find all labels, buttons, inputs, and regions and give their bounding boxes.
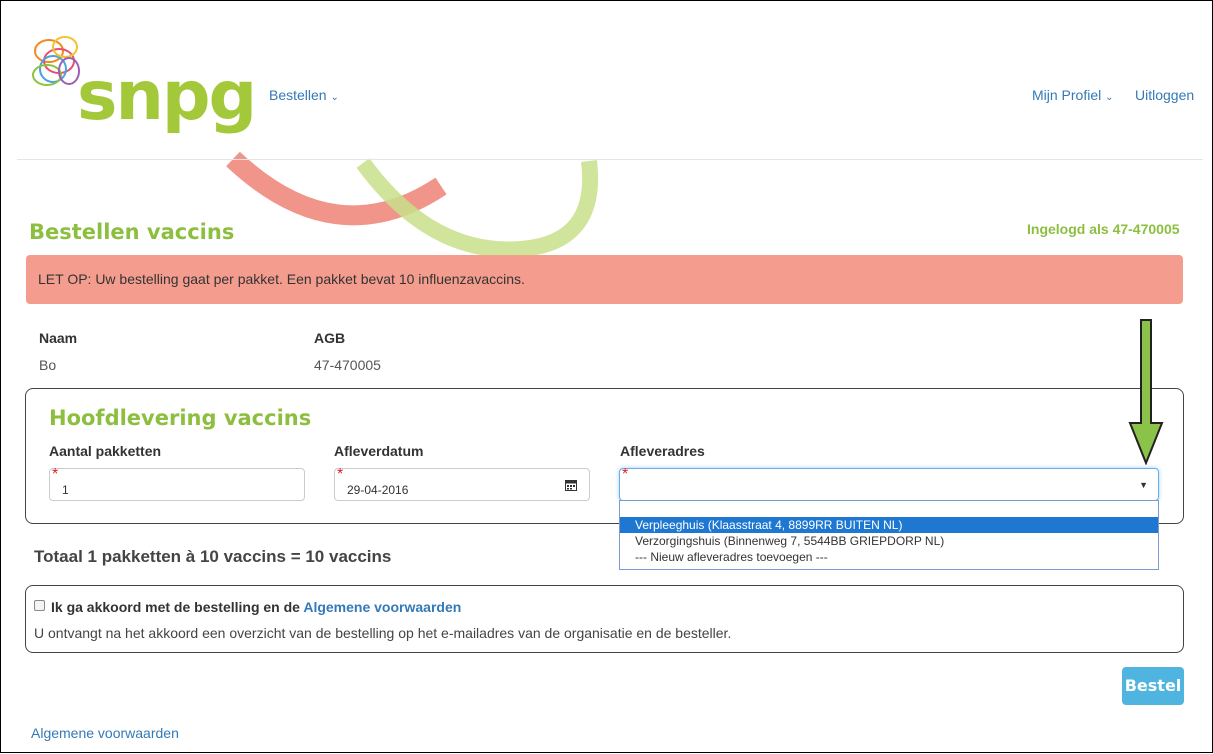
logo-text: snpg [77, 57, 257, 136]
chevron-down-icon: ⌄ [1105, 92, 1114, 103]
header-divider [17, 159, 1203, 160]
datum-value: 29-04-2016 [347, 483, 409, 497]
nav-bestellen-menu[interactable]: Bestellen ⌄ [269, 87, 339, 103]
adres-label: Afleveradres [620, 443, 705, 459]
naam-label: Naam [39, 330, 78, 346]
datum-label: Afleverdatum [334, 443, 424, 459]
agree-label-text: Ik ga akkoord met de bestelling en de [51, 599, 300, 615]
adres-select[interactable]: * ▼ [619, 466, 1159, 501]
terms-link[interactable]: Algemene voorwaarden [303, 599, 461, 615]
nav-bestellen-label: Bestellen [269, 87, 327, 103]
dropdown-empty-option[interactable] [620, 501, 1158, 517]
nav-profiel-label: Mijn Profiel [1032, 87, 1102, 103]
caret-down-icon: ▼ [1139, 480, 1148, 490]
datum-input[interactable]: * 29-04-2016 [334, 466, 590, 501]
aantal-value: 1 [62, 483, 69, 497]
dropdown-option[interactable]: --- Nieuw afleveradres toevoegen --- [620, 549, 1158, 565]
bestel-button[interactable]: Bestel [1122, 667, 1184, 705]
arrow-down-icon [1128, 319, 1164, 465]
agreement-note: U ontvangt na het akkoord een overzicht … [34, 625, 732, 641]
agree-label: Ik ga akkoord met de bestelling en de Al… [51, 599, 461, 615]
order-total: Totaal 1 pakketten à 10 vaccins = 10 vac… [34, 547, 392, 566]
nav-profiel-menu[interactable]: Mijn Profiel ⌄ [1032, 87, 1114, 103]
required-asterisk: * [337, 466, 344, 483]
aantal-input[interactable]: * 1 [49, 466, 305, 501]
page-title: Bestellen vaccins [29, 220, 235, 244]
required-asterisk: * [622, 466, 629, 483]
delivery-section-title: Hoofdlevering vaccins [49, 406, 312, 430]
required-asterisk: * [52, 466, 59, 483]
dropdown-option[interactable]: Verpleeghuis (Klaasstraat 4, 8899RR BUIT… [620, 517, 1158, 533]
adres-dropdown: Verpleeghuis (Klaasstraat 4, 8899RR BUIT… [619, 500, 1159, 570]
footer-terms-link[interactable]: Algemene voorwaarden [31, 725, 179, 741]
calendar-icon[interactable] [565, 479, 577, 491]
naam-value: Bo [39, 357, 57, 373]
agree-checkbox[interactable] [34, 600, 45, 611]
dropdown-option[interactable]: Verzorgingshuis (Binnenweg 7, 5544BB GRI… [620, 533, 1158, 549]
logged-in-status: Ingelogd als 47-470005 [1027, 221, 1180, 237]
logout-link[interactable]: Uitloggen [1135, 87, 1194, 103]
aantal-label: Aantal pakketten [49, 443, 162, 459]
agb-label: AGB [314, 330, 346, 346]
agreement-section [25, 585, 1184, 653]
agb-value: 47-470005 [314, 357, 381, 373]
alert-banner: LET OP: Uw bestelling gaat per pakket. E… [26, 255, 1183, 304]
chevron-down-icon: ⌄ [330, 92, 339, 103]
